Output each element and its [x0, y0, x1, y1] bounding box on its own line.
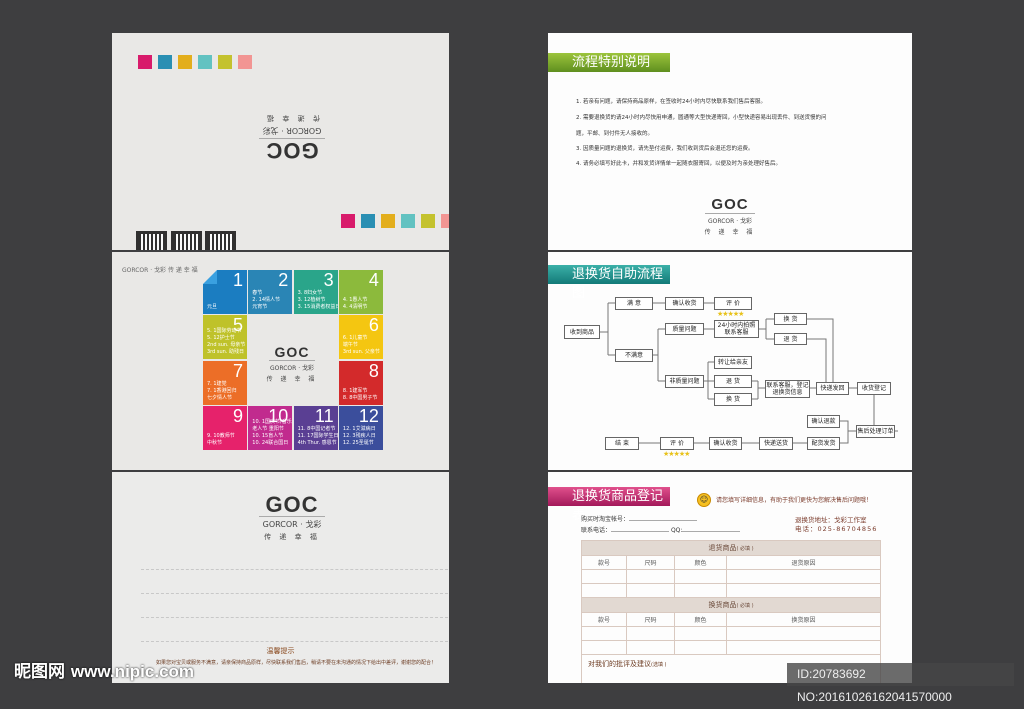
color-swatch — [158, 55, 172, 69]
page-curl-icon — [203, 270, 217, 284]
brand-logo: GOC GORCOR · 戈彩 传 递 幸 福 — [704, 196, 756, 236]
image-id-watermark: ID:20783692 NO:20161026162041570000 — [787, 663, 1014, 704]
color-swatch — [218, 55, 232, 69]
rules-title: 流程特别说明 — [548, 53, 670, 72]
flow-node-confirm2: 确认收货 — [709, 437, 742, 450]
phone-field[interactable]: 联系电话： QQ: — [581, 525, 741, 534]
flow-node-refund: 确认退款 — [807, 415, 840, 428]
flow-node-exchange2: 换 货 — [714, 393, 752, 406]
registration-form: 退换货商品登记表 ☺ 请您填写详细信息，有助于我们更快为您解决售后问题哦！ 购买… — [548, 472, 912, 683]
account-field[interactable]: 购买时淘宝帐号： — [581, 514, 698, 523]
tip-text: 如果您对宝贝或服务不满意，请亲保持商品原样，尽快联系我们售后，稍请不要在未沟通的… — [156, 660, 437, 666]
return-table: 退货商品( 必填 ) 款号 尺码 颜色 退货原因 换货商品( 必填 ) 款号 尺码 颜色换… — [581, 540, 881, 683]
card-front: GOC GORCOR · 戈彩 传 递 幸 福 — [112, 33, 449, 250]
flow-node-receive: 收到商品 — [564, 325, 600, 339]
calendar-month-11: 11 11. 8中国记者节 11. 17国际学生日 4th Thur. 感恩节 — [293, 405, 338, 450]
calendar-month-3: 3 3. 8妇女节 3. 12植树节 3. 15消费者权益日 — [293, 270, 338, 314]
flow-node-unsatisfied: 不满意 — [615, 349, 653, 362]
write-line — [141, 641, 448, 642]
flow-node-satisfied: 满 意 — [615, 297, 653, 310]
color-swatch — [381, 214, 395, 228]
calendar-month-5: 5 5. 1国际劳动节 5. 12护士节 2nd sun. 母亲节 3rd sun. 助… — [203, 315, 247, 360]
flow-node-deliver: 快递送货 — [759, 437, 793, 450]
flow-node-process: 售后处理订单 — [856, 425, 895, 438]
calendar-month-4: 4 4. 1愚人节 4. 4清明节 — [338, 270, 383, 314]
smiley-icon: ☺ — [697, 493, 711, 507]
flow-node-dispatch: 配货发货 — [807, 437, 840, 450]
write-line — [141, 569, 448, 570]
qr-code-icon — [171, 231, 202, 250]
flow-node-receipt: 收货登记 — [857, 382, 891, 395]
flow-node-rate2: 评 价 — [660, 437, 694, 450]
color-swatch — [401, 214, 415, 228]
flow-node-nonquality: 非质量问题 — [665, 375, 704, 388]
flow-node-rate1: 评 价 — [714, 297, 752, 310]
return-address: 退换货地址：戈彩工作室 电话：025-86704856 — [795, 516, 878, 533]
nipic-watermark: 昵图网 www.nipic.com — [14, 662, 195, 682]
flow-node-contact24: 24小时内拍照联系客服 — [714, 320, 759, 338]
tip-title: 温馨提示 — [266, 647, 295, 655]
color-swatch — [238, 55, 252, 69]
flow-node-shipback: 快递发回 — [816, 382, 849, 395]
form-title: 退换货商品登记表 — [548, 487, 670, 523]
calendar-month-1: 1 元旦 — [203, 270, 247, 314]
color-swatch — [198, 55, 212, 69]
flow-node-exchange1: 换 货 — [774, 313, 807, 325]
calendar-month-10: 10 10. 1国庆节/音乐日 老人节 重阳节 10. 15盲人节 10. 24联合国日 — [248, 405, 293, 450]
brand-logo-inverted: GOC GORCOR · 戈彩 传 递 幸 福 — [232, 113, 352, 163]
color-swatch — [178, 55, 192, 69]
flow-node-return1: 退 货 — [774, 333, 807, 345]
color-swatch — [421, 214, 435, 228]
flow-node-transfer: 转让给亲友 — [714, 356, 752, 369]
flow-node-register: 联系客服，登记退换货信息 — [765, 380, 810, 398]
flow-node-confirm1: 确认收货 — [665, 297, 704, 310]
qr-code-icon — [205, 231, 236, 250]
card-back: GOC GORCOR · 戈彩 传 递 幸 福 温馨提示 如果您对宝贝或服务不满… — [112, 472, 449, 683]
brand-logo: GOC GORCOR · 戈彩 传 递 幸 福 — [232, 494, 352, 542]
brand-logo: GOC GORCOR · 戈彩 传 递 幸 福 — [266, 344, 318, 383]
qr-code-icon — [136, 231, 167, 250]
write-line — [141, 617, 448, 618]
rating-stars-icon: ★★★★★ — [663, 450, 690, 458]
festival-calendar: GORCOR · 戈彩 传 递 幸 福 GOC GORCOR · 戈彩 传 递 … — [112, 252, 449, 470]
calendar-month-6: 6 6. 1儿童节 端午节 3rd sun. 父亲节 — [338, 315, 383, 360]
calendar-month-2: 2 春节 2. 14情人节 元宵节 — [248, 270, 293, 314]
qq-field[interactable]: QQ: — [671, 527, 682, 534]
rules-panel: 流程特别说明 1. 若亲有问题，请保持商品原样，在签收时24小时内尽快联系我们售… — [548, 33, 912, 250]
color-swatch — [441, 214, 449, 228]
color-swatch — [138, 55, 152, 69]
flow-node-end: 结 束 — [605, 437, 639, 450]
calendar-month-9: 9 9. 10教师节 中秋节 — [203, 405, 247, 450]
calendar-month-7: 7 7. 1建党 7. 1香港回归 七夕情人节 — [203, 360, 247, 405]
rating-stars-icon: ★★★★★ — [717, 310, 744, 318]
flow-node-quality: 质量问题 — [665, 323, 704, 335]
calendar-month-12: 12 12. 1艾滋病日 12. 3残疾人日 12. 25圣诞节 — [338, 405, 383, 450]
flowchart-panel: 退换货自助流程图 收到商品满 意确认收货评 价 24小时内拍照联系客服 质量问题 不满… — [548, 252, 912, 470]
color-swatch — [361, 214, 375, 228]
form-notice: 请您填写详细信息，有助于我们更快为您解决售后问题哦！ — [716, 497, 873, 504]
write-line — [141, 593, 448, 594]
flow-node-return2: 退 货 — [714, 375, 752, 388]
color-swatch — [341, 214, 355, 228]
calendar-month-8: 8 8. 1建军节 8. 8中国男子节 — [338, 360, 383, 405]
